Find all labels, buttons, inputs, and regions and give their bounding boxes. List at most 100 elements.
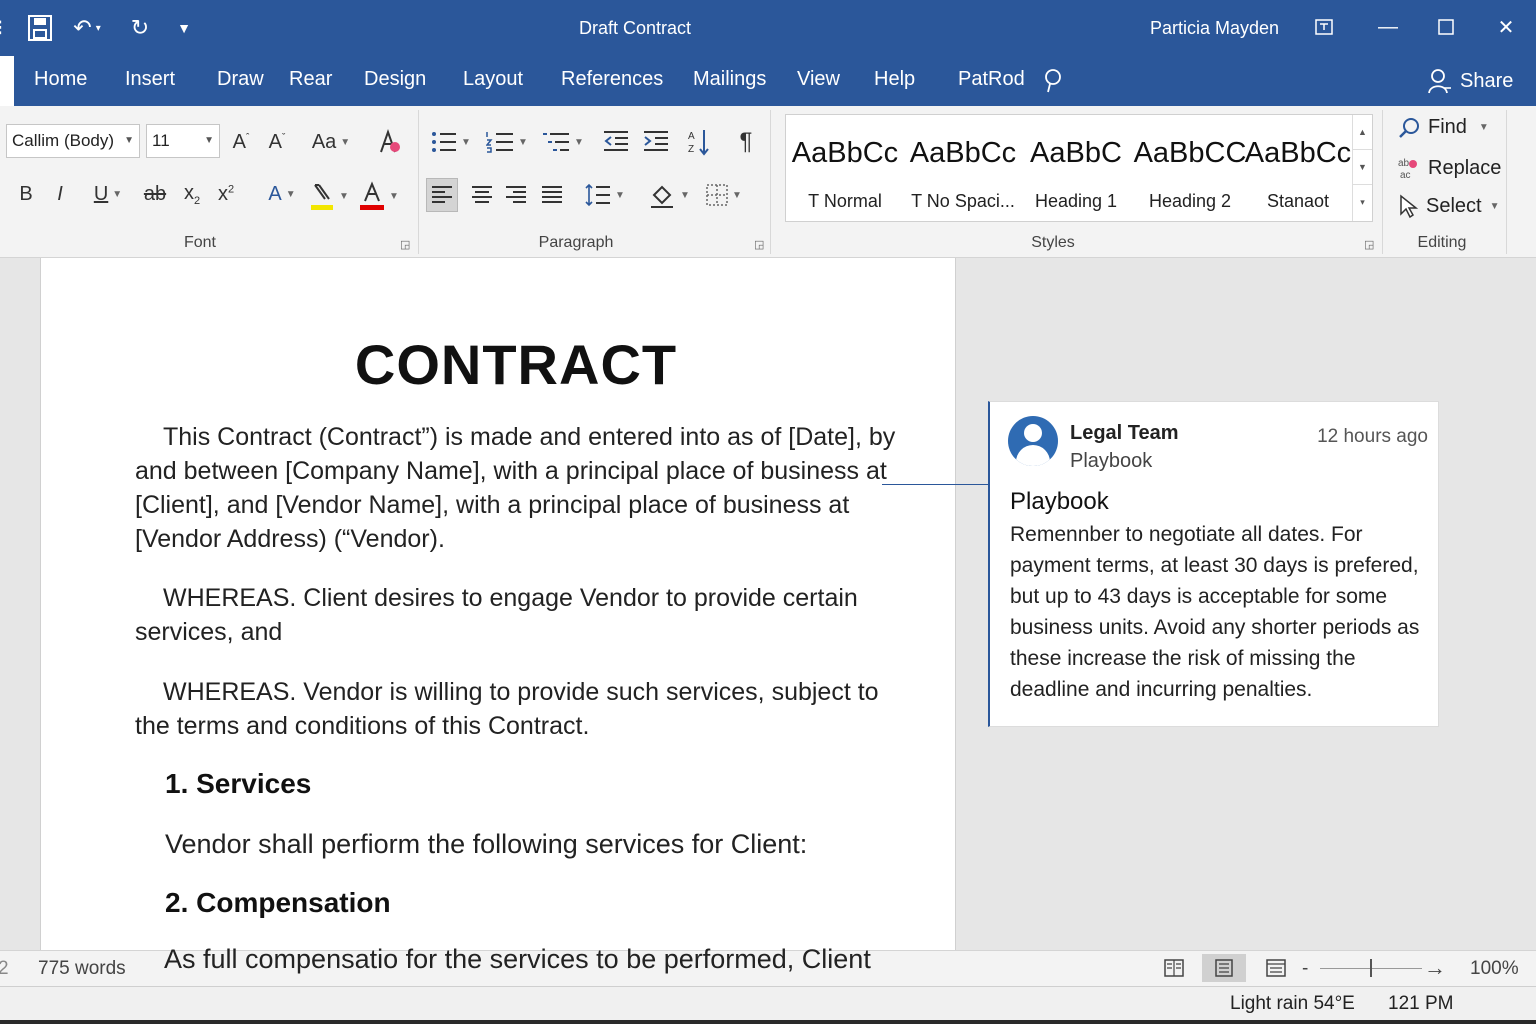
weather-widget[interactable]: Light rain 54°E — [1230, 993, 1355, 1015]
font-dialog-launcher-icon[interactable]: ◲ — [400, 238, 410, 251]
sort-button[interactable]: A Z — [686, 126, 712, 158]
superscript-button[interactable]: x2 — [212, 178, 240, 210]
zoom-out-button[interactable]: - — [1302, 958, 1308, 980]
select-label: Select — [1426, 194, 1482, 217]
increase-indent-icon — [644, 131, 668, 151]
bullets-button[interactable]: ▼ — [428, 126, 474, 158]
tell-me-button[interactable] — [1042, 68, 1064, 100]
file-tab-edge[interactable] — [0, 56, 14, 106]
shrink-font-button[interactable]: Aˇ — [264, 126, 290, 158]
style-stanaot[interactable]: AaBbCc Stanaot — [1239, 115, 1355, 221]
tab-view[interactable]: View — [797, 68, 840, 91]
align-center-button[interactable] — [466, 178, 498, 212]
align-left-button[interactable] — [426, 178, 458, 212]
web-layout-button[interactable] — [1254, 954, 1298, 982]
tab-insert[interactable]: Insert — [125, 68, 175, 91]
user-name[interactable]: Particia Mayden — [1150, 18, 1279, 39]
more-styles-icon[interactable]: ▾ — [1353, 185, 1372, 219]
tab-layout[interactable]: Layout — [463, 68, 523, 91]
comment-connector-line — [882, 484, 990, 485]
line-spacing-button[interactable]: ▼ — [580, 178, 630, 212]
tab-patrod[interactable]: PatRod — [958, 68, 1025, 91]
italic-icon: I — [57, 182, 63, 205]
close-button[interactable]: ✕ — [1486, 12, 1526, 42]
clock[interactable]: 121 PM — [1388, 993, 1453, 1015]
numbering-button[interactable]: ▼ — [482, 126, 532, 158]
font-color-button[interactable]: ▼ — [356, 178, 402, 214]
print-layout-button[interactable] — [1202, 954, 1246, 982]
font-group-label: Font — [183, 234, 216, 251]
italic-button[interactable]: I — [48, 178, 72, 210]
style-no-spacing[interactable]: AaBbCc T No Spaci... — [904, 115, 1020, 221]
strikethrough-button[interactable]: ab — [140, 178, 170, 210]
styles-dialog-launcher-icon[interactable]: ◲ — [1364, 238, 1374, 251]
justify-button[interactable] — [536, 178, 568, 212]
bold-button[interactable]: B — [14, 178, 38, 210]
page-indicator[interactable]: 2 — [0, 958, 9, 980]
shading-button[interactable]: ▼ — [644, 178, 694, 212]
scroll-up-icon[interactable]: ▲ — [1353, 115, 1372, 150]
whereas-paragraph-1: WHEREAS. Client desires to engage Vendor… — [135, 581, 915, 649]
redo-button[interactable]: ↻ — [122, 10, 158, 46]
align-right-button[interactable] — [500, 178, 532, 212]
strikethrough-icon: ab — [143, 182, 167, 205]
style-heading-2[interactable]: AaBbCC Heading 2 — [1131, 115, 1247, 221]
comment-card[interactable]: Legal Team Playbook 12 hours ago Playboo… — [988, 401, 1439, 727]
change-case-button[interactable]: Aa ▼ — [308, 126, 354, 158]
chevron-down-icon: ▼ — [124, 135, 134, 146]
clear-formatting-button[interactable] — [372, 126, 406, 158]
style-normal[interactable]: AaBbCc T Normal — [786, 115, 902, 221]
bullets-icon — [432, 132, 457, 152]
style-heading-1[interactable]: AaBbC Heading 1 — [1017, 115, 1133, 221]
grow-font-button[interactable]: Aˆ — [228, 126, 254, 158]
zoom-level[interactable]: 100% — [1470, 958, 1519, 980]
minimize-button[interactable]: — — [1368, 12, 1408, 42]
tab-design[interactable]: Design — [364, 68, 426, 91]
text-effects-button[interactable]: A ▼ — [262, 178, 302, 210]
zoom-slider-thumb[interactable] — [1370, 959, 1372, 977]
tab-mailings[interactable]: Mailings — [693, 68, 766, 91]
pilcrow-icon: ¶ — [739, 128, 753, 155]
share-button[interactable]: Share — [1428, 68, 1513, 94]
find-button[interactable]: Find ▼ — [1398, 116, 1489, 139]
group-separator — [1506, 110, 1507, 254]
save-button[interactable] — [22, 10, 58, 46]
style-sample: AaBbCc — [1244, 137, 1352, 169]
word-count[interactable]: 775 words — [38, 958, 126, 980]
increase-indent-button[interactable] — [640, 126, 672, 158]
decrease-indent-button[interactable] — [600, 126, 632, 158]
tab-rear[interactable]: Rear — [289, 68, 332, 91]
borders-button[interactable]: ▼ — [700, 178, 748, 212]
styles-gallery-scroll[interactable]: ▲ ▼ ▾ — [1352, 115, 1372, 221]
customize-qat-button[interactable]: ▼ — [170, 10, 198, 46]
highlight-color-button[interactable]: ▼ — [306, 178, 352, 214]
font-size-combobox[interactable]: 11 ▼ — [146, 124, 220, 158]
underline-button[interactable]: U ▼ — [84, 178, 132, 210]
document-page[interactable]: CONTRACT This Contract (Contract”) is ma… — [40, 258, 956, 950]
svg-text:ac: ac — [1400, 170, 1411, 180]
subscript-button[interactable]: x2 — [178, 178, 206, 210]
undo-button[interactable]: ↶ ▾ — [64, 10, 110, 46]
style-name: T Normal — [808, 191, 882, 211]
zoom-in-button[interactable]: → — [1424, 955, 1446, 981]
font-name-combobox[interactable]: Callim (Body) ▼ — [6, 124, 140, 158]
show-formatting-button[interactable]: ¶ — [734, 126, 758, 158]
tab-home[interactable]: Home — [34, 68, 87, 91]
align-right-icon — [506, 186, 526, 203]
tab-help[interactable]: Help — [874, 68, 915, 91]
read-mode-button[interactable] — [1152, 954, 1196, 982]
paragraph-dialog-launcher-icon[interactable]: ◲ — [754, 238, 764, 251]
editing-group-label: Editing — [1417, 234, 1467, 251]
replace-button[interactable]: ab ac Replace — [1398, 156, 1501, 181]
chevron-down-icon: ▼ — [732, 189, 742, 201]
select-button[interactable]: Select ▼ — [1398, 194, 1500, 218]
tab-draw[interactable]: Draw — [217, 68, 264, 91]
maximize-button[interactable] — [1426, 12, 1466, 42]
multilevel-list-button[interactable]: ▼ — [538, 126, 588, 158]
svg-text:A: A — [688, 131, 695, 142]
scroll-down-icon[interactable]: ▼ — [1353, 150, 1372, 185]
tab-references[interactable]: References — [561, 68, 663, 91]
shrink-font-icon: Aˇ — [268, 130, 286, 153]
svg-text:Z: Z — [688, 144, 694, 155]
ribbon-display-button[interactable] — [1304, 12, 1344, 42]
